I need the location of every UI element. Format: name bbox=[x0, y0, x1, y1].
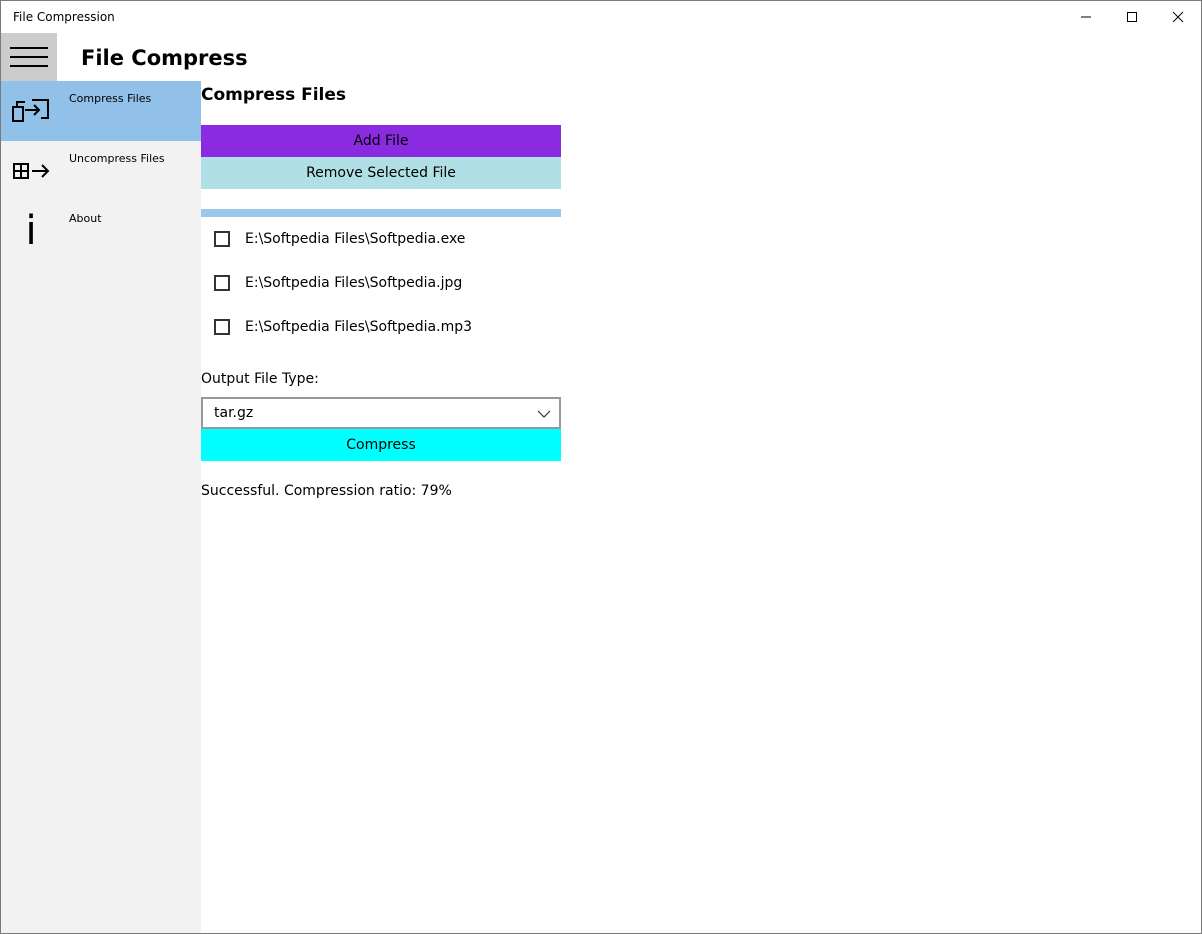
list-item[interactable]: E:\Softpedia Files\Softpedia.exe bbox=[201, 219, 561, 263]
sidebar-item-uncompress-files[interactable]: Uncompress Files bbox=[1, 141, 201, 201]
file-checkbox[interactable] bbox=[214, 275, 230, 291]
file-checkbox[interactable] bbox=[214, 319, 230, 335]
list-item[interactable]: E:\Softpedia Files\Softpedia.jpg bbox=[201, 263, 561, 307]
minimize-icon bbox=[1081, 16, 1091, 18]
output-file-type-label: Output File Type: bbox=[201, 371, 319, 387]
add-file-button[interactable]: Add File bbox=[201, 125, 561, 157]
hamburger-icon bbox=[10, 47, 48, 67]
hamburger-button[interactable] bbox=[1, 33, 57, 81]
status-message: Successful. Compression ratio: 79% bbox=[201, 483, 452, 499]
title-bar[interactable]: File Compression bbox=[1, 1, 1201, 33]
app-title: File Compress bbox=[81, 46, 248, 70]
file-checkbox[interactable] bbox=[214, 231, 230, 247]
chevron-down-icon bbox=[537, 410, 551, 418]
sidebar-item-label: About bbox=[69, 212, 102, 225]
compress-icon bbox=[11, 93, 51, 129]
sidebar-item-about[interactable]: i About bbox=[1, 201, 201, 261]
progress-fill bbox=[201, 209, 561, 217]
sidebar: Compress Files Uncompress Files i About bbox=[1, 81, 201, 933]
app-window: File Compression File Compress Compress … bbox=[0, 0, 1202, 934]
sidebar-item-label: Uncompress Files bbox=[69, 152, 165, 165]
sidebar-item-compress-files[interactable]: Compress Files bbox=[1, 81, 201, 141]
compress-button[interactable]: Compress bbox=[201, 429, 561, 461]
maximize-button[interactable] bbox=[1109, 1, 1155, 33]
file-path: E:\Softpedia Files\Softpedia.exe bbox=[245, 231, 466, 247]
file-path: E:\Softpedia Files\Softpedia.mp3 bbox=[245, 319, 473, 335]
selected-output-type: tar.gz bbox=[214, 405, 254, 421]
progress-bar bbox=[201, 209, 561, 217]
uncompress-icon bbox=[11, 153, 51, 189]
info-icon: i bbox=[25, 208, 37, 254]
minimize-button[interactable] bbox=[1063, 1, 1109, 33]
close-button[interactable] bbox=[1155, 1, 1201, 33]
section-title: Compress Files bbox=[201, 85, 347, 105]
sidebar-item-label: Compress Files bbox=[69, 92, 152, 105]
file-list: E:\Softpedia Files\Softpedia.exe E:\Soft… bbox=[201, 219, 561, 351]
list-item[interactable]: E:\Softpedia Files\Softpedia.mp3 bbox=[201, 307, 561, 351]
window-title: File Compression bbox=[13, 10, 115, 24]
output-file-type-select[interactable]: tar.gz bbox=[201, 397, 561, 429]
close-icon bbox=[1172, 11, 1184, 23]
file-path: E:\Softpedia Files\Softpedia.jpg bbox=[245, 275, 463, 291]
remove-selected-file-button[interactable]: Remove Selected File bbox=[201, 157, 561, 189]
maximize-icon bbox=[1127, 12, 1137, 22]
